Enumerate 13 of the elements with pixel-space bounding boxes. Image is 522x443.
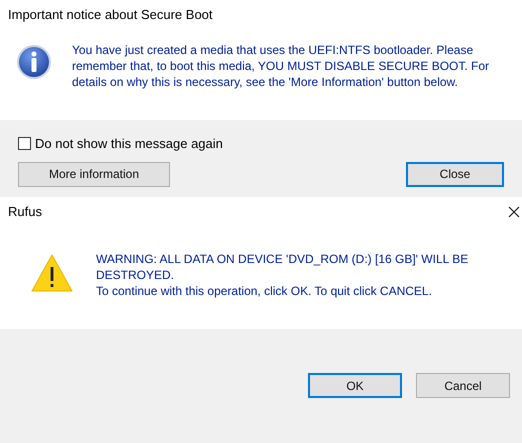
message-text: WARNING: ALL DATA ON DEVICE 'DVD_ROM (D:) [16 GB]' WILL BE DESTROYED. To continue with this operation, click OK. To quit click CANCEL. <box>96 250 470 298</box>
dialog-button[interactable]: OK <box>308 373 402 398</box>
dialog-button[interactable]: More information <box>18 162 170 186</box>
message-text: You have just created a media that uses the UEFI:NTFS bootloader. Please remember that, to boot this media, YOU MUST DISABLE SECURE BOOT. For details on why this is necessary, see the 'More Information' button below. <box>72 42 490 90</box>
checkbox[interactable] <box>18 137 31 150</box>
info-icon <box>16 44 52 80</box>
window-title: Important notice about Secure Boot <box>8 6 213 24</box>
window-title: Rufus <box>8 202 42 221</box>
close-icon[interactable] <box>508 206 520 218</box>
dialog-button[interactable]: Cancel <box>416 373 510 398</box>
checkbox-row[interactable]: Do not show this message again <box>18 134 504 154</box>
warning-icon <box>30 252 74 292</box>
dialog-button[interactable]: Close <box>406 162 504 186</box>
